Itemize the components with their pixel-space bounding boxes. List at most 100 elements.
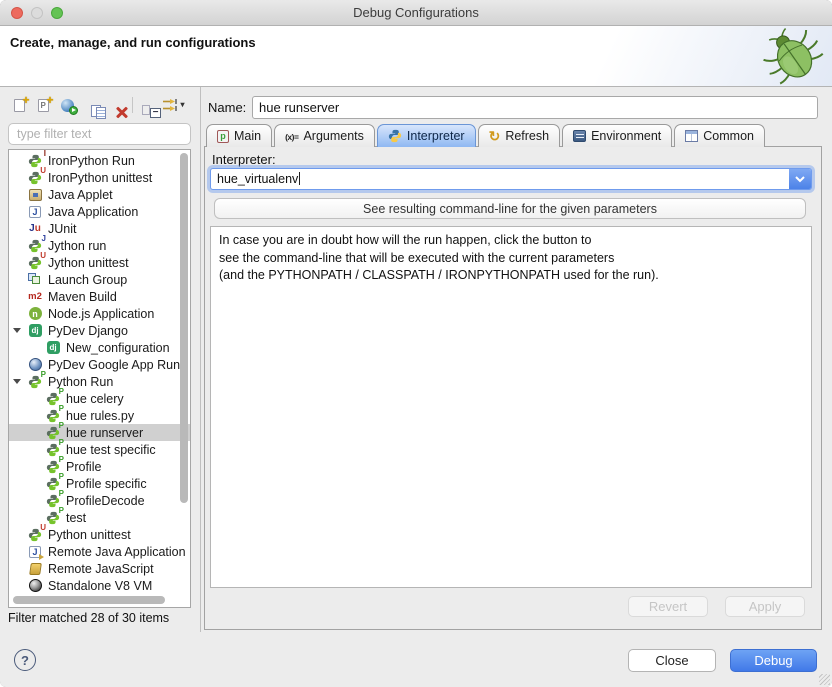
tree-item-label: test: [66, 511, 86, 525]
maven-icon: m2: [27, 289, 43, 304]
tab-label: Interpreter: [407, 129, 465, 143]
django-icon: dj: [45, 340, 61, 355]
tree-item-ironpython-run[interactable]: IIronPython Run: [9, 152, 190, 169]
configurations-toolbar: +P+ −▾: [8, 92, 194, 118]
name-label: Name:: [208, 100, 246, 115]
header-banner: Create, manage, and run configurations: [0, 26, 832, 87]
tree-item-profile[interactable]: PProfile: [9, 458, 190, 475]
see-command-line-button[interactable]: See resulting command-line for the given…: [214, 198, 806, 219]
tree-item-label: Profile: [66, 460, 101, 474]
toolbar-duplicate-configuration-button[interactable]: [80, 94, 102, 116]
tab-label: Refresh: [505, 129, 549, 143]
name-input[interactable]: [252, 96, 818, 119]
remote-js-icon: [27, 561, 43, 576]
toolbar-delete-configuration-button[interactable]: [104, 94, 126, 116]
tree-item-junit[interactable]: JuJUnit: [9, 220, 190, 237]
tree-item-hue-celery[interactable]: Phue celery: [9, 390, 190, 407]
tab-label: Main: [234, 129, 261, 143]
tree-item-java-application[interactable]: J Java Application: [9, 203, 190, 220]
tree-item-test[interactable]: Ptest: [9, 509, 190, 526]
panel-divider[interactable]: [200, 87, 201, 632]
tab-refresh[interactable]: ↻Refresh: [478, 124, 561, 147]
junit-icon: Ju: [27, 221, 43, 236]
tab-label: Arguments: [303, 129, 363, 143]
tree-item-jython-unittest[interactable]: UJython unittest: [9, 254, 190, 271]
tree-item-label: hue rules.py: [66, 409, 134, 423]
tree-vertical-scrollbar[interactable]: [180, 153, 188, 503]
java-app-icon: J: [27, 204, 43, 219]
nodejs-icon: n: [27, 306, 43, 321]
tab-environment[interactable]: Environment: [562, 124, 672, 147]
revert-button[interactable]: Revert: [628, 596, 708, 617]
close-button[interactable]: Close: [628, 649, 716, 672]
tree-item-label: PyDev Google App Run: [48, 358, 180, 372]
tab-main[interactable]: pMain: [206, 124, 272, 147]
window-title: Debug Configurations: [0, 5, 832, 20]
tree-item-jython-run[interactable]: JJython run: [9, 237, 190, 254]
tree-item-label: Launch Group: [48, 273, 127, 287]
launch-group-icon: [27, 272, 43, 287]
help-button[interactable]: ?: [14, 649, 36, 671]
tree-item-remote-java-application[interactable]: JRemote Java Application: [9, 543, 190, 560]
toolbar-export-configuration-button[interactable]: [56, 94, 78, 116]
tree-item-new-configuration[interactable]: djNew_configuration: [9, 339, 190, 356]
expand-collapse-icon[interactable]: [13, 328, 21, 333]
tree-item-label: Node.js Application: [48, 307, 154, 321]
tree-item-maven-build[interactable]: m2 Maven Build: [9, 288, 190, 305]
tree-item-profile-specific[interactable]: PProfile specific: [9, 475, 190, 492]
filter-status-text: Filter matched 28 of 30 items: [8, 611, 169, 625]
tree-item-standalone-v8-vm[interactable]: Standalone V8 VM: [9, 577, 190, 594]
tree-item-label: Maven Build: [48, 290, 117, 304]
tree-item-hue-rules-py[interactable]: Phue rules.py: [9, 407, 190, 424]
run-info-textarea[interactable]: In case you are in doubt how will the ru…: [210, 226, 812, 588]
tree-item-pydev-google-app-run[interactable]: PyDev Google App Run: [9, 356, 190, 373]
tab-interpreter[interactable]: Interpreter: [377, 124, 476, 147]
debug-button[interactable]: Debug: [730, 649, 817, 672]
django-icon: dj: [27, 323, 43, 338]
tree-item-java-applet[interactable]: Java Applet: [9, 186, 190, 203]
tree-item-label: Python Run: [48, 375, 113, 389]
python-p-icon: P: [27, 374, 43, 389]
toolbar-new-prototype-button[interactable]: P+: [32, 94, 54, 116]
tab-common[interactable]: Common: [674, 124, 765, 147]
expand-collapse-icon[interactable]: [13, 379, 21, 384]
tree-item-hue-runserver[interactable]: Phue runserver: [9, 424, 190, 441]
filter-input[interactable]: [8, 123, 191, 145]
debug-bug-icon: [756, 26, 828, 86]
export-icon: [61, 99, 74, 112]
tab-arguments[interactable]: (x)=Arguments: [274, 124, 375, 147]
tree-item-label: hue runserver: [66, 426, 143, 440]
java-applet-icon: [27, 187, 43, 202]
python-tab-icon: [388, 129, 402, 143]
tree-item-hue-test-specific[interactable]: Phue test specific: [9, 441, 190, 458]
tree-item-label: Java Application: [48, 205, 138, 219]
tree-item-label: Java Applet: [48, 188, 113, 202]
v8-icon: [27, 578, 43, 593]
tree-horizontal-scrollbar[interactable]: [13, 596, 165, 604]
tree-item-python-run[interactable]: P Python Run: [9, 373, 190, 390]
tree-item-pydev-django[interactable]: djPyDev Django: [9, 322, 190, 339]
debug-configurations-dialog: Debug Configurations Create, manage, and…: [0, 0, 832, 687]
interpreter-combo[interactable]: hue_virtualenv: [210, 168, 812, 190]
apply-button[interactable]: Apply: [725, 596, 805, 617]
tree-item-launch-group[interactable]: Launch Group: [9, 271, 190, 288]
toolbar-new-configuration-button[interactable]: +: [8, 94, 30, 116]
tree-item-remote-javascript[interactable]: Remote JavaScript: [9, 560, 190, 577]
toolbar-collapse-all-button[interactable]: −: [139, 94, 161, 116]
tab-label: Common: [703, 129, 754, 143]
python-u-icon: U: [27, 527, 43, 542]
tree-item-python-unittest[interactable]: U Python unittest: [9, 526, 190, 543]
tree-item-label: Standalone V8 VM: [48, 579, 152, 593]
tree-item-label: Profile specific: [66, 477, 147, 491]
tree-item-profiledecode[interactable]: PProfileDecode: [9, 492, 190, 509]
interpreter-value: hue_virtualenv: [211, 172, 300, 186]
toolbar-filter-configurations-button[interactable]: ▾: [163, 94, 185, 116]
filter-icon: ▾: [163, 98, 184, 112]
tree-item-node-js-application[interactable]: n Node.js Application: [9, 305, 190, 322]
resize-grip[interactable]: [819, 674, 830, 685]
tree-item-label: IronPython Run: [48, 154, 135, 168]
python-u-icon: U: [27, 170, 43, 185]
tree-item-ironpython-unittest[interactable]: UIronPython unittest: [9, 169, 190, 186]
tree-item-label: Python unittest: [48, 528, 131, 542]
interpreter-dropdown-button[interactable]: [789, 169, 811, 189]
